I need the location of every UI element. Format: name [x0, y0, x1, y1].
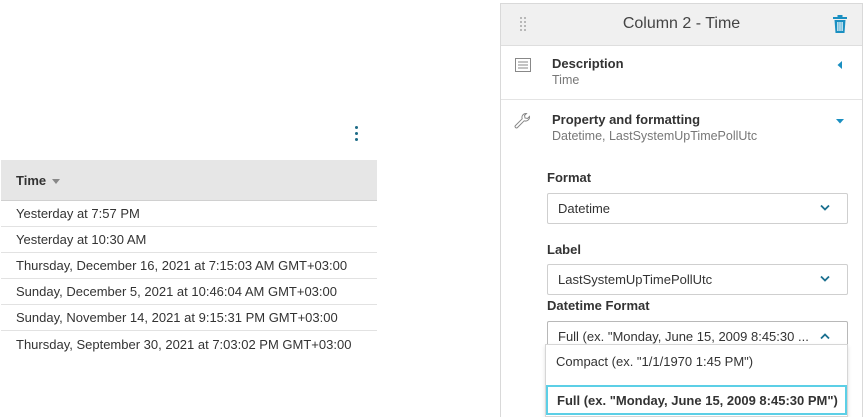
panel-title: Column 2 - Time: [622, 15, 741, 32]
table-row: Sunday, December 5, 2021 at 10:46:04 AM …: [1, 279, 377, 305]
description-title: Description: [552, 56, 624, 71]
property-subtitle: Datetime, LastSystemUpTimePollUtc: [552, 129, 758, 143]
description-subtitle: Time: [552, 73, 580, 87]
property-title[interactable]: Property and formatting: [552, 112, 700, 127]
trash-icon[interactable]: [832, 15, 848, 33]
chevron-down-icon: [820, 204, 830, 211]
option-full[interactable]: Full (ex. "Monday, June 15, 2009 8:45:30…: [546, 385, 847, 415]
label-value: LastSystemUpTimePollUtc: [558, 272, 713, 287]
datetime-format-label: Datetime Format: [547, 298, 650, 313]
panel-header: Column 2 - Time: [501, 4, 862, 46]
label-select[interactable]: LastSystemUpTimePollUtc: [547, 264, 848, 295]
table-row: Yesterday at 7:57 PM: [1, 201, 377, 227]
format-label: Format: [547, 170, 592, 185]
format-select[interactable]: Datetime: [547, 193, 848, 224]
format-value: Datetime: [558, 201, 611, 216]
expand-down-icon[interactable]: [835, 116, 845, 126]
datetime-format-dropdown: Compact (ex. "1/1/1970 1:45 PM") Full (e…: [545, 344, 848, 417]
chevron-down-icon: [820, 275, 830, 282]
table-row: Thursday, December 16, 2021 at 7:15:03 A…: [1, 253, 377, 279]
kebab-menu-icon[interactable]: [351, 125, 363, 143]
option-compact[interactable]: Compact (ex. "1/1/1970 1:45 PM"): [546, 345, 847, 378]
table-row: Yesterday at 10:30 AM: [1, 227, 377, 253]
list-icon: [515, 58, 531, 72]
datetime-format-value: Full (ex. "Monday, June 15, 2009 8:45:30…: [558, 329, 809, 344]
table-header-label: Time: [16, 172, 47, 188]
collapse-left-icon[interactable]: [835, 60, 845, 70]
chevron-up-icon: [820, 333, 830, 340]
table-row: Sunday, November 14, 2021 at 9:15:31 PM …: [1, 305, 377, 331]
table-header-time[interactable]: Time: [1, 160, 377, 201]
description-section[interactable]: Description Time: [501, 46, 862, 100]
table-row: Thursday, September 30, 2021 at 7:03:02 …: [16, 336, 352, 352]
wrench-icon: [514, 113, 530, 129]
label-field-label: Label: [547, 242, 581, 257]
sort-down-icon[interactable]: [52, 178, 61, 184]
time-table: Time Yesterday at 7:57 PM Yesterday at 1…: [1, 160, 377, 357]
